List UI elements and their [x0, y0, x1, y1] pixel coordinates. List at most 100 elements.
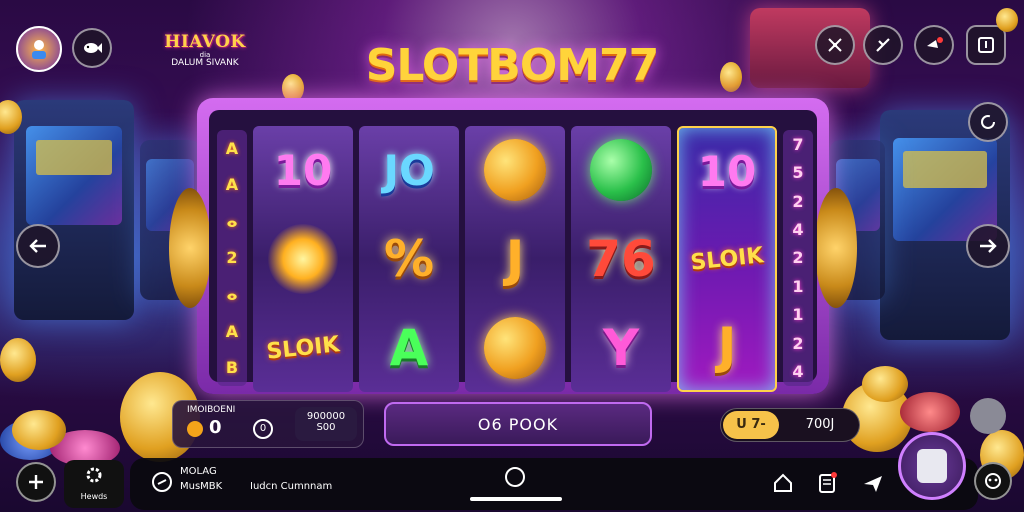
game-title: SLOTBOM77 — [365, 40, 660, 91]
main-action-button[interactable] — [898, 432, 966, 500]
bet-amount-line1: 900000 — [306, 411, 346, 422]
notification-icon — [927, 37, 943, 48]
notification-icon-button[interactable] — [914, 25, 954, 65]
fish-icon-button[interactable] — [72, 28, 112, 68]
reel-symbol-coin — [473, 310, 557, 386]
reel-2: JO % A — [359, 126, 459, 392]
win-panel: U 7- 700J — [720, 408, 860, 442]
reel-window: A A ⴰ 2 ⴰ A B 10 SLOIK JO % A J 76 Y 10 … — [209, 110, 817, 392]
plane-icon[interactable] — [862, 472, 884, 494]
reel-symbol: % — [383, 229, 435, 288]
right-payline-column: 7 5 2 4 2 1 1 2 4 — [783, 130, 813, 386]
reel-symbol: JO — [383, 145, 435, 195]
frame-ornament-right — [815, 188, 857, 308]
left-payline-column: A A ⴰ 2 ⴰ A B — [217, 130, 247, 386]
hewds-label: Hewds — [80, 492, 108, 501]
refresh-icon-button[interactable] — [968, 102, 1008, 142]
frame-ornament-left — [169, 188, 211, 308]
spin-button[interactable]: O6 POOK — [384, 402, 652, 446]
bet-panel: IMOIBOENI 0 0 900000 S00 — [172, 400, 364, 448]
add-button[interactable] — [16, 462, 56, 502]
reel-symbol: J — [717, 317, 737, 376]
plus-icon — [29, 475, 43, 489]
payline-marker: 2 — [226, 248, 238, 268]
bet-value: 0 — [209, 417, 222, 438]
reel-symbol-coin — [473, 132, 557, 208]
payline-number: 7 — [792, 134, 804, 154]
cross-icon-button[interactable] — [815, 25, 855, 65]
floating-coin — [720, 62, 742, 92]
home-indicator[interactable] — [470, 497, 562, 501]
payline-number: 2 — [792, 248, 804, 268]
home-icon[interactable] — [772, 472, 794, 494]
arrow-right-icon — [980, 239, 997, 253]
game-title-wrap: SLOTBOM77 — [352, 40, 672, 91]
arrow-left-icon — [29, 239, 46, 253]
bet-amount-box[interactable]: 900000 S00 — [295, 407, 357, 441]
floating-coin — [996, 8, 1018, 32]
coin-pile-right — [862, 366, 908, 402]
payline-marker: A — [225, 175, 239, 195]
brand-logo: HIAVOK dia DALUM SIVANK — [150, 32, 260, 68]
avatar[interactable] — [16, 26, 62, 72]
fish-icon — [84, 43, 102, 53]
payline-number: 5 — [792, 163, 804, 183]
reel-symbol: SLOIK — [689, 242, 765, 276]
iudcn-label[interactable]: Iudcn Cumnnam — [250, 481, 332, 492]
settings-dot-button[interactable] — [970, 398, 1006, 434]
reel-symbol-sun — [261, 221, 345, 297]
bet-amount-line2: S00 — [316, 422, 336, 433]
reel-5: 10 SLOIK J — [677, 126, 777, 392]
document-icon[interactable] — [816, 472, 838, 494]
bet-adjust-button[interactable]: 0 — [253, 419, 273, 439]
casino-chip-stack — [900, 392, 960, 432]
green-coin-icon — [590, 139, 652, 202]
payline-number: 4 — [792, 362, 804, 382]
reel-symbol: 76 — [586, 229, 656, 288]
sun-icon — [268, 223, 338, 294]
x-icon-button[interactable] — [863, 25, 903, 65]
payline-number: 1 — [792, 305, 804, 325]
gold-coin-icon — [484, 139, 546, 202]
info-icon-button[interactable] — [966, 25, 1006, 65]
molag-line2: MusMBK — [180, 481, 223, 492]
payline-marker: ⴰ — [226, 211, 238, 231]
home-circle-button[interactable] — [505, 467, 525, 487]
prev-arrow-button[interactable] — [16, 224, 60, 268]
payline-marker: ⴰ — [226, 285, 238, 305]
background-arcade-left — [14, 100, 134, 320]
reel-symbol: SLOIK — [265, 331, 341, 364]
payline-marker: B — [225, 358, 239, 378]
info-icon — [978, 37, 994, 53]
hewds-item[interactable]: Hewds — [64, 460, 124, 508]
reel-symbol: 10 — [697, 147, 757, 197]
payline-number: 2 — [792, 191, 804, 211]
coin-pile-left — [12, 410, 66, 450]
reel-symbol: Y — [602, 318, 640, 377]
payline-number: 2 — [792, 333, 804, 353]
payline-number: 4 — [792, 220, 804, 240]
win-indicator: U 7- — [723, 411, 779, 439]
cross-icon — [828, 38, 842, 52]
gear-icon — [86, 467, 102, 483]
payline-number: 1 — [792, 276, 804, 296]
molag-line1: MOLAG — [180, 466, 217, 477]
next-arrow-button[interactable] — [966, 224, 1010, 268]
refresh-icon — [981, 115, 995, 129]
reel-1: 10 SLOIK — [253, 126, 353, 392]
avatar-icon — [32, 40, 46, 59]
reel-3: J — [465, 126, 565, 392]
game-controller-button[interactable] — [974, 462, 1012, 500]
gold-coin-icon — [484, 316, 546, 379]
reel-symbol: J — [505, 229, 525, 288]
coin-icon — [187, 421, 203, 437]
floating-coin — [0, 338, 36, 382]
payline-marker: A — [225, 138, 239, 158]
profile-icon[interactable] — [150, 470, 174, 494]
bet-label: IMOIBOENI — [187, 405, 236, 415]
payline-marker: A — [225, 321, 239, 341]
controller-icon — [985, 473, 1001, 489]
x-icon — [876, 38, 890, 52]
reel-symbol-green-coin — [579, 132, 663, 208]
logo-line3: DALUM SIVANK — [171, 58, 239, 68]
